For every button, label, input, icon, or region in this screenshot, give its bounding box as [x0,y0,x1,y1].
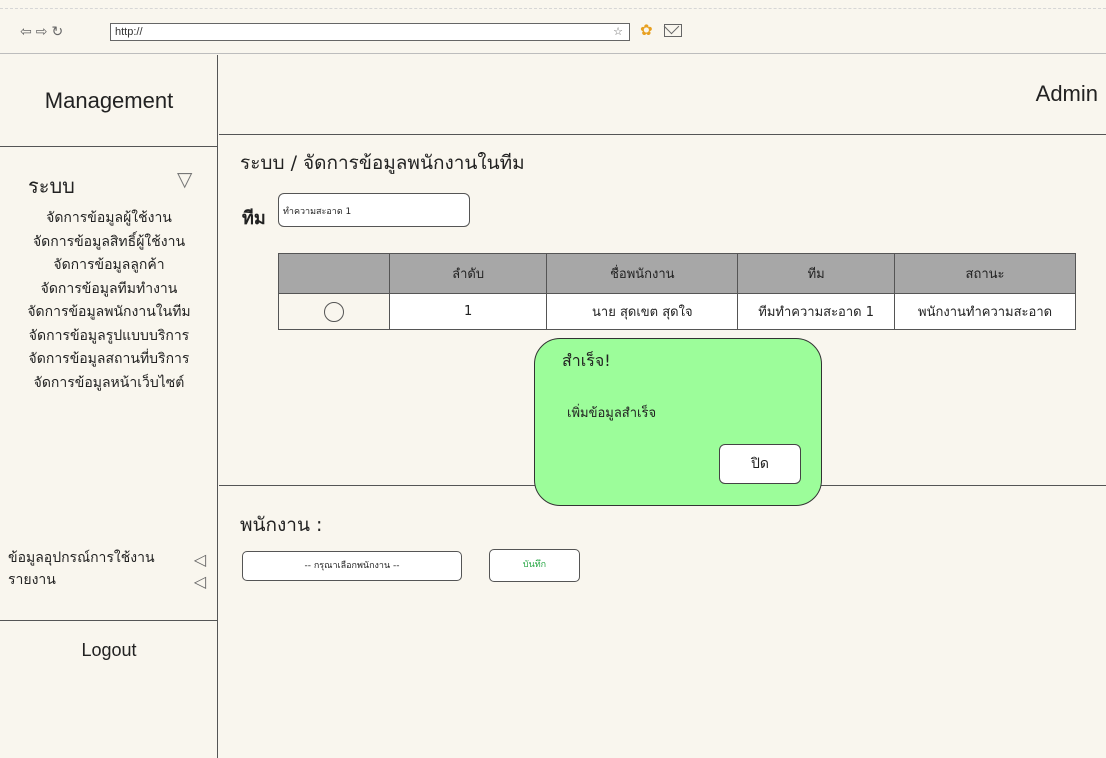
save-button[interactable]: บันทึก [489,549,580,582]
top-divider [0,8,1106,9]
reload-icon[interactable]: ↻ [51,24,63,40]
team-label: ทีม [242,208,266,229]
mail-icon[interactable] [664,24,682,37]
success-dialog: สำเร็จ! เพิ่มข้อมูลสำเร็จ ปิด [534,338,822,506]
table-header-row: ลำดับ ชื่อพนักงาน ทีม สถานะ [278,253,1076,294]
row-radio[interactable] [323,301,344,322]
url-text: http:// [115,26,143,38]
browser-toolbar: ⇦ ⇨ ↻ http:// ☆ ✿ [0,0,1106,54]
sidebar-item-permissions[interactable]: จัดการข้อมูลสิทธิ์ผู้ใช้งาน [0,231,218,255]
cell-status: พนักงานทำความสะอาด [894,293,1076,330]
url-field[interactable]: http:// ☆ [110,23,630,41]
employee-table: ลำดับ ชื่อพนักงาน ทีม สถานะ 1 นาย สุดเขต… [278,253,1076,330]
close-button[interactable]: ปิด [719,444,801,484]
employee-label: พนักงาน : [240,514,323,536]
chevron-left-icon[interactable]: ◁ [194,549,206,571]
dialog-title: สำเร็จ! [562,351,611,370]
table-row[interactable]: 1 นาย สุดเขต สุดใจ ทีมทำความสะอาด 1 พนัก… [278,293,1076,330]
nav-buttons: ⇦ ⇨ ↻ [20,24,63,40]
user-name[interactable]: Admin [1036,81,1098,107]
sidebar-group-label: รายงาน [8,572,56,588]
employee-select[interactable]: -- กรุณาเลือกพนักงาน -- [242,551,462,581]
sidebar-group-label: ข้อมูลอุปกรณ์การใช้งาน [8,550,155,566]
sidebar-group-reports[interactable]: รายงาน ◁ [0,569,218,591]
sidebar-item-customers[interactable]: จัดการข้อมูลลูกค้า [0,254,218,278]
brand-title: Management [0,55,218,147]
chevron-left-icon[interactable]: ◁ [194,571,206,593]
row-select-cell [278,293,390,330]
sidebar-item-website[interactable]: จัดการข้อมูลหน้าเว็บไซต์ [0,372,218,396]
dialog-message: เพิ่มข้อมูลสำเร็จ [567,406,657,421]
sidebar: Management ระบบ ▽ จัดการข้อมูลผู้ใช้งาน … [0,55,218,758]
sidebar-divider [0,620,218,621]
chevron-down-icon[interactable]: ▽ [177,167,201,191]
sidebar-item-users[interactable]: จัดการข้อมูลผู้ใช้งาน [0,207,218,231]
sidebar-section-title[interactable]: ระบบ [28,170,75,202]
back-icon[interactable]: ⇦ [20,24,32,40]
bookmark-star-icon[interactable]: ☆ [613,24,623,40]
sidebar-item-service-locations[interactable]: จัดการข้อมูลสถานที่บริการ [0,348,218,372]
cell-order: 1 [388,293,548,330]
logout-link[interactable]: Logout [0,640,218,661]
sidebar-item-service-types[interactable]: จัดการข้อมูลรูปแบบบริการ [0,325,218,349]
team-field[interactable]: ทำความสะอาด 1 [278,193,470,227]
forward-icon[interactable]: ⇨ [36,24,48,40]
top-header: Admin [219,55,1106,135]
extension-icon[interactable]: ✿ [640,22,656,38]
sidebar-menu: จัดการข้อมูลผู้ใช้งาน จัดการข้อมูลสิทธิ์… [0,207,218,395]
sidebar-item-teams[interactable]: จัดการข้อมูลทีมทำงาน [0,278,218,302]
cell-name: นาย สุดเขต สุดใจ [546,293,739,330]
column-header-team: ทีม [737,253,896,294]
breadcrumb: ระบบ / จัดการข้อมูลพนักงานในทีม [240,152,525,174]
column-header-select [278,253,390,294]
sidebar-item-team-members[interactable]: จัดการข้อมูลพนักงานในทีม [0,301,218,325]
sidebar-group-equipment[interactable]: ข้อมูลอุปกรณ์การใช้งาน ◁ [0,547,218,569]
column-header-order: ลำดับ [388,253,548,294]
cell-team: ทีมทำความสะอาด 1 [737,293,896,330]
column-header-status: สถานะ [894,253,1076,294]
column-header-name: ชื่อพนักงาน [546,253,739,294]
